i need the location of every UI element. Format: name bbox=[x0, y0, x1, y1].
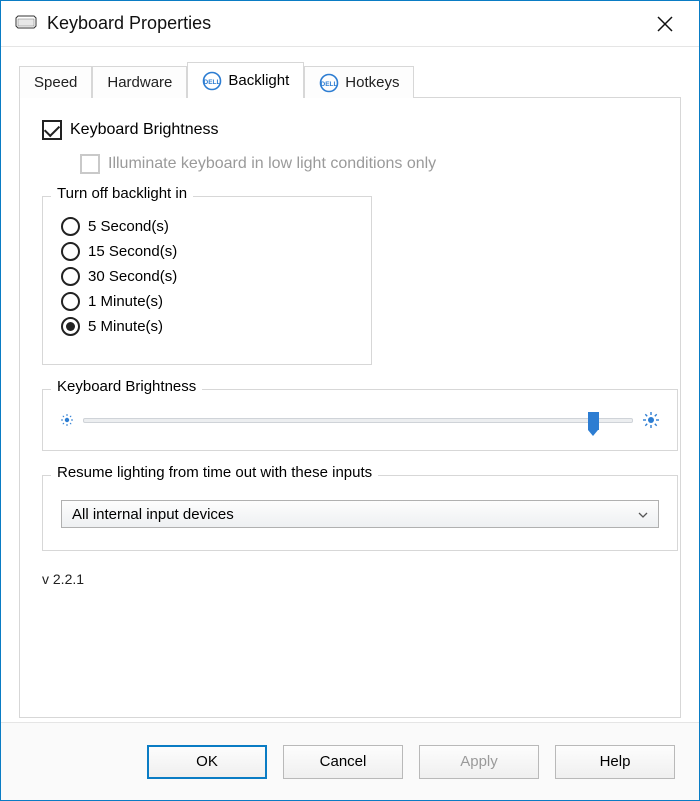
tab-hardware-label: Hardware bbox=[107, 74, 172, 91]
lowlight-row: Illuminate keyboard in low light conditi… bbox=[80, 154, 658, 174]
backlight-panel: Keyboard Brightness Illuminate keyboard … bbox=[19, 97, 681, 718]
tab-speed[interactable]: Speed bbox=[19, 66, 92, 98]
version-label: v 2.2.1 bbox=[42, 571, 658, 587]
turnoff-legend: Turn off backlight in bbox=[51, 185, 193, 202]
radio-icon bbox=[61, 217, 80, 236]
tab-backlight-label: Backlight bbox=[228, 72, 289, 89]
turnoff-option-3[interactable]: 1 Minute(s) bbox=[61, 292, 353, 311]
turnoff-option-2[interactable]: 30 Second(s) bbox=[61, 267, 353, 286]
brightness-low-icon bbox=[61, 414, 73, 426]
resume-group: Resume lighting from time out with these… bbox=[42, 475, 678, 551]
ok-button-label: OK bbox=[196, 753, 218, 770]
close-button[interactable] bbox=[645, 4, 685, 44]
cancel-button[interactable]: Cancel bbox=[283, 745, 403, 779]
tab-backlight[interactable]: DELL Backlight bbox=[187, 62, 304, 98]
help-button[interactable]: Help bbox=[555, 745, 675, 779]
brightness-slider-thumb[interactable] bbox=[588, 412, 599, 430]
radio-icon bbox=[61, 292, 80, 311]
titlebar: Keyboard Properties bbox=[1, 1, 699, 47]
turnoff-option-2-label: 30 Second(s) bbox=[88, 268, 177, 285]
turnoff-group: Turn off backlight in 5 Second(s) 15 Sec… bbox=[42, 196, 372, 365]
resume-dropdown[interactable]: All internal input devices bbox=[61, 500, 659, 528]
kb-brightness-row: Keyboard Brightness bbox=[42, 120, 658, 140]
turnoff-option-1[interactable]: 15 Second(s) bbox=[61, 242, 353, 261]
svg-text:DELL: DELL bbox=[321, 81, 338, 88]
turnoff-option-1-label: 15 Second(s) bbox=[88, 243, 177, 260]
brightness-group: Keyboard Brightness bbox=[42, 389, 678, 451]
kb-brightness-label: Keyboard Brightness bbox=[70, 121, 219, 139]
radio-icon bbox=[61, 242, 80, 261]
brightness-legend: Keyboard Brightness bbox=[51, 378, 202, 395]
tab-hotkeys[interactable]: DELL Hotkeys bbox=[304, 66, 414, 98]
ok-button[interactable]: OK bbox=[147, 745, 267, 779]
tab-strip: Speed Hardware DELL Backlight DELL Hotke… bbox=[19, 61, 681, 97]
turnoff-option-0[interactable]: 5 Second(s) bbox=[61, 217, 353, 236]
turnoff-option-0-label: 5 Second(s) bbox=[88, 218, 169, 235]
resume-dropdown-value: All internal input devices bbox=[72, 506, 234, 523]
dialog-footer: OK Cancel Apply Help bbox=[1, 722, 699, 800]
turnoff-option-4[interactable]: 5 Minute(s) bbox=[61, 317, 353, 336]
chevron-down-icon bbox=[638, 507, 648, 521]
tab-hardware[interactable]: Hardware bbox=[92, 66, 187, 98]
keyboard-icon bbox=[15, 15, 37, 33]
lowlight-label: Illuminate keyboard in low light conditi… bbox=[108, 155, 436, 173]
turnoff-option-3-label: 1 Minute(s) bbox=[88, 293, 163, 310]
svg-text:DELL: DELL bbox=[204, 79, 221, 86]
resume-legend: Resume lighting from time out with these… bbox=[51, 464, 378, 481]
turnoff-option-4-label: 5 Minute(s) bbox=[88, 318, 163, 335]
lowlight-checkbox[interactable] bbox=[80, 154, 100, 174]
brightness-slider[interactable] bbox=[83, 418, 633, 423]
help-button-label: Help bbox=[600, 753, 631, 770]
dell-icon: DELL bbox=[202, 71, 222, 91]
radio-icon bbox=[61, 317, 80, 336]
brightness-high-icon bbox=[643, 412, 659, 428]
apply-button-label: Apply bbox=[460, 753, 498, 770]
tab-speed-label: Speed bbox=[34, 74, 77, 91]
cancel-button-label: Cancel bbox=[320, 753, 367, 770]
window-title: Keyboard Properties bbox=[47, 13, 645, 34]
kb-brightness-checkbox[interactable] bbox=[42, 120, 62, 140]
apply-button[interactable]: Apply bbox=[419, 745, 539, 779]
radio-icon bbox=[61, 267, 80, 286]
brightness-slider-row bbox=[61, 412, 659, 428]
tab-hotkeys-label: Hotkeys bbox=[345, 74, 399, 91]
content-area: Speed Hardware DELL Backlight DELL Hotke… bbox=[1, 47, 699, 722]
dell-icon: DELL bbox=[319, 73, 339, 93]
